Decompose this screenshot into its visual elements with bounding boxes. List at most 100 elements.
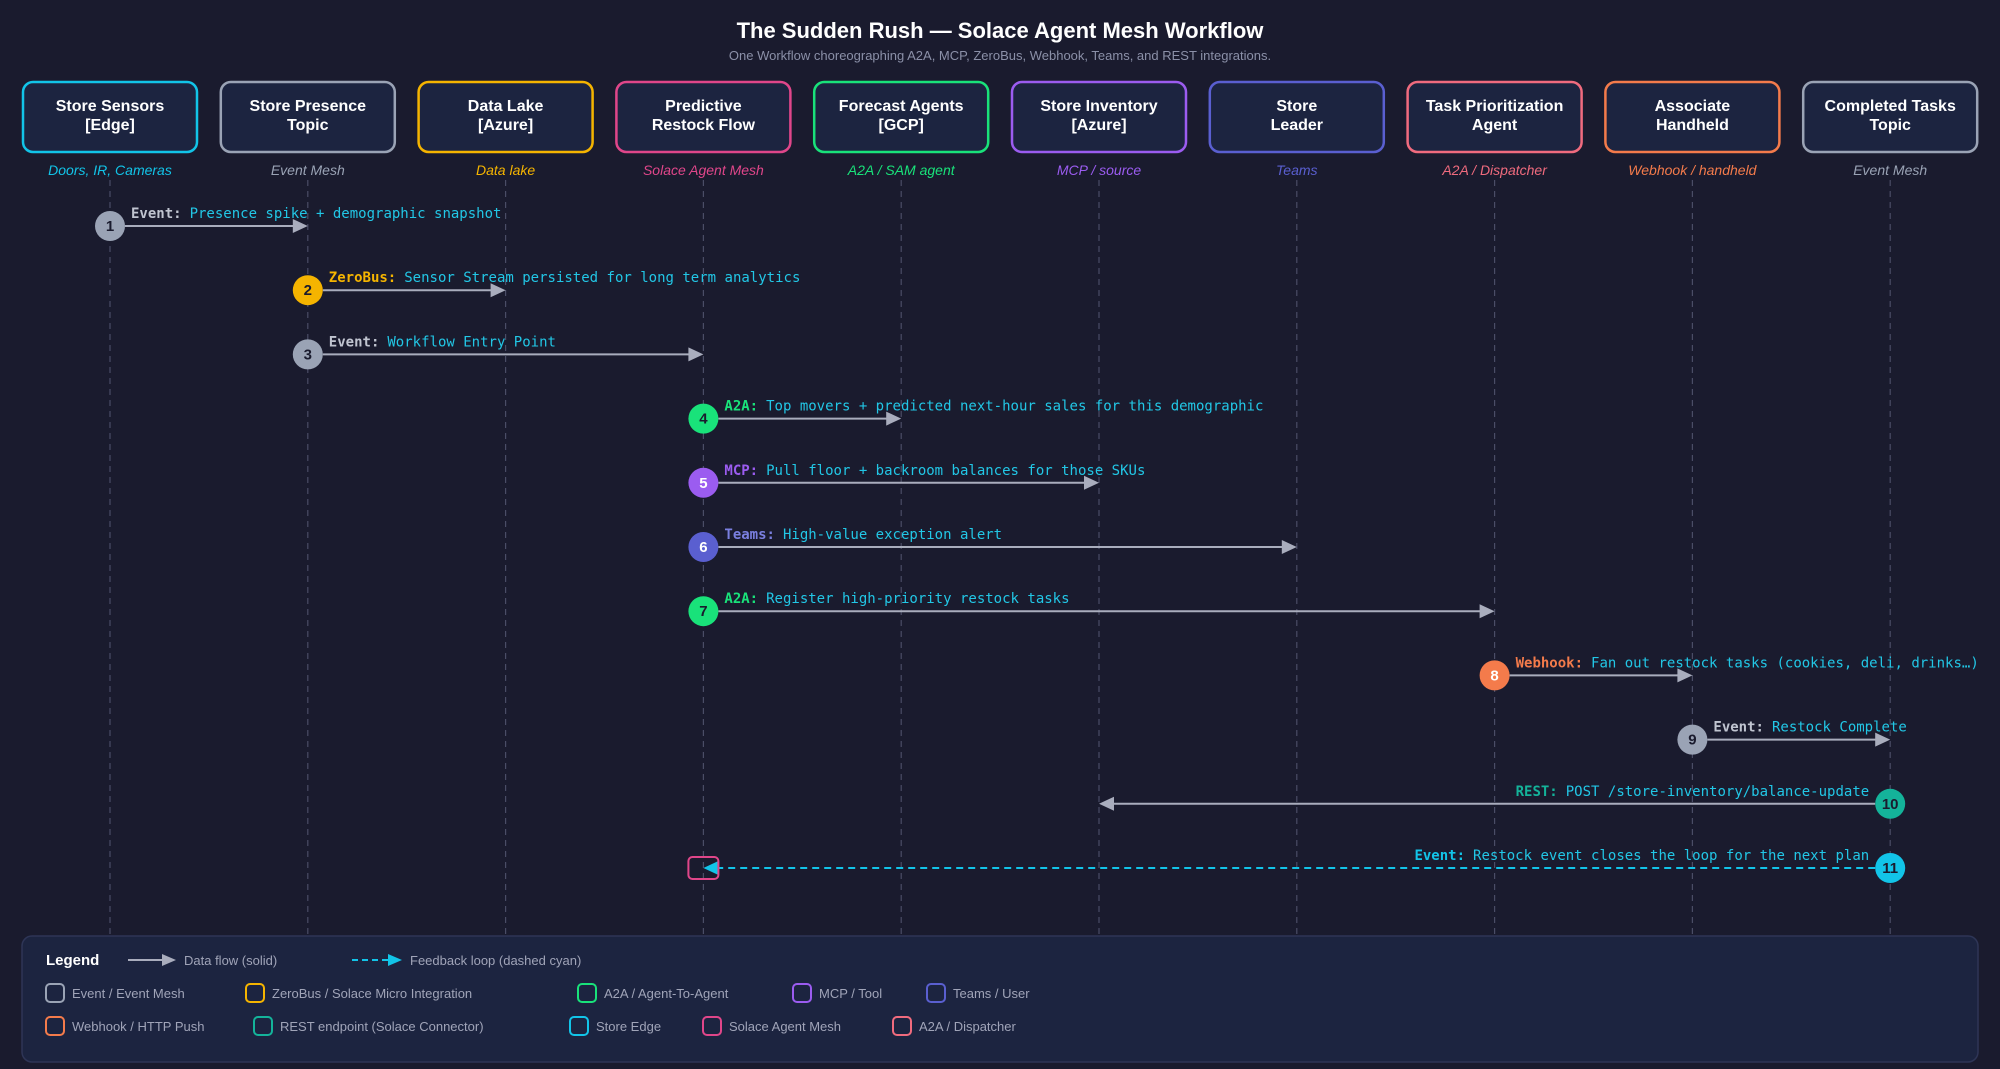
step-text-1: Presence spike + demographic snapshot: [190, 206, 502, 222]
step-label-5: MCP: Pull floor + backroom balances for t…: [724, 463, 1145, 479]
lane-subtitle-restock: Solace Agent Mesh: [643, 162, 764, 178]
lane-taskprio: Task Prioritization Agent A2A / Dispatcher: [1406, 80, 1583, 178]
step-8: 8 Webhook: Fan out restock tasks (cookies,…: [1479, 655, 1979, 691]
legend-item-label: Solace Agent Mesh: [729, 1019, 841, 1034]
lane-sensors: Store Sensors [Edge] Doors, IR, Cameras: [21, 80, 199, 178]
lane-title2-inventory: [Azure]: [1071, 117, 1126, 134]
step-2: 2 ZeroBus: Sensor Stream persisted for lon…: [292, 270, 801, 306]
lane-subtitle-forecast: A2A / SAM agent: [847, 162, 956, 178]
legend-item-label: A2A / Agent-To-Agent: [604, 986, 729, 1001]
lane-title2-completed: Topic: [1869, 117, 1911, 134]
step-kind-6: Teams:: [724, 527, 775, 543]
workflow-diagram-stage: The Sudden Rush — Solace Agent Mesh Work…: [0, 0, 2000, 1069]
step-number-3: 3: [304, 346, 312, 363]
step-kind-4: A2A:: [724, 399, 758, 415]
step-label-6: Teams: High-value exception alert: [724, 527, 1002, 543]
lane-title-sensors: Store Sensors: [56, 98, 165, 115]
step-number-10: 10: [1882, 796, 1899, 813]
step-text-9: Restock Complete: [1772, 720, 1907, 736]
lane-subtitle-taskprio: A2A / Dispatcher: [1441, 162, 1548, 178]
step-number-11: 11: [1882, 860, 1898, 877]
step-number-2: 2: [304, 282, 312, 299]
page-title: The Sudden Rush — Solace Agent Mesh Work…: [737, 18, 1265, 43]
page-subtitle: One Workflow choreographing A2A, MCP, Ze…: [729, 48, 1271, 63]
step-text-4: Top movers + predicted next-hour sales f…: [766, 399, 1263, 415]
lane-subtitle-inventory: MCP / source: [1057, 162, 1141, 178]
step-label-8: Webhook: Fan out restock tasks (cookies, …: [1516, 655, 1979, 671]
legend-item-rest-endpoint-solace-connector: REST endpoint (Solace Connector): [253, 1016, 484, 1036]
step-3: 3 Event: Workflow Entry Point: [292, 334, 704, 370]
lane-title-leader: Store: [1276, 98, 1317, 115]
lane-title2-datalake: [Azure]: [478, 117, 533, 134]
step-kind-2: ZeroBus:: [329, 270, 396, 286]
step-kind-1: Event:: [131, 206, 182, 222]
step-text-10: POST /store-inventory/balance-update: [1566, 784, 1869, 800]
step-7: 7 A2A: Register high-priority restock task…: [688, 591, 1495, 627]
step-arrow-head-3: [688, 347, 704, 362]
legend-item-label: ZeroBus / Solace Micro Integration: [272, 986, 472, 1001]
step-number-7: 7: [699, 603, 707, 620]
legend-dashed-label: Feedback loop (dashed cyan): [410, 953, 581, 968]
step-label-4: A2A: Top movers + predicted next-hour sal…: [724, 399, 1263, 415]
step-9: 9 Event: Restock Complete: [1677, 720, 1907, 755]
legend-item-label: Event / Event Mesh: [72, 986, 185, 1001]
lane-title2-leader: Leader: [1271, 117, 1323, 134]
step-label-2: ZeroBus: Sensor Stream persisted for long…: [329, 270, 801, 286]
step-label-1: Event: Presence spike + demographic snaps…: [131, 206, 501, 222]
legend-item-label: Teams / User: [953, 986, 1030, 1001]
step-kind-10: REST:: [1516, 784, 1558, 800]
step-text-11: Restock event closes the loop for the ne…: [1473, 848, 1869, 864]
lane-forecast: Forecast Agents [GCP] A2A / SAM agent: [812, 80, 990, 178]
step-text-3: Workflow Entry Point: [387, 334, 556, 350]
step-text-5: Pull floor + backroom balances for those…: [766, 463, 1145, 479]
legend-title: Legend: [46, 952, 99, 969]
workflow-steps: 1 Event: Presence spike + demographic snap…: [95, 206, 1979, 883]
step-4: 4 A2A: Top movers + predicted next-hour sa…: [688, 399, 1263, 434]
step-number-4: 4: [699, 411, 708, 428]
step-arrow-head-10: [1099, 796, 1114, 811]
lifelines: [109, 180, 1891, 935]
lane-title-inventory: Store Inventory: [1040, 98, 1157, 115]
step-kind-9: Event:: [1713, 720, 1764, 736]
legend-solid-label: Data flow (solid): [184, 953, 277, 968]
legend-item-a2a-dispatcher: A2A / Dispatcher: [892, 1016, 1016, 1036]
step-label-3: Event: Workflow Entry Point: [329, 334, 556, 350]
lane-leader: Store Leader Teams: [1208, 80, 1386, 178]
legend-item-label: Webhook / HTTP Push: [72, 1019, 204, 1034]
legend-item-label: REST endpoint (Solace Connector): [280, 1019, 484, 1034]
step-number-8: 8: [1490, 667, 1498, 684]
step-text-8: Fan out restock tasks (cookies, deli, dr…: [1591, 655, 1979, 671]
step-label-11: Event: Restock event closes the loop for …: [1414, 848, 1869, 864]
lane-title2-restock: Restock Flow: [652, 117, 756, 134]
lane-title-forecast: Forecast Agents: [839, 98, 964, 115]
lane-title-restock: Predictive: [665, 98, 742, 115]
step-arrow-head-11: [703, 861, 719, 875]
legend: Legend Data flow (solid) Feedback loop (da…: [21, 935, 1979, 1063]
step-arrow-head-7: [1479, 604, 1495, 619]
lane-subtitle-handheld: Webhook / handheld: [1628, 162, 1757, 178]
step-10: 10 REST: POST /store-inventory/balance-upd…: [1099, 784, 1906, 819]
lane-presence: Store Presence Topic Event Mesh: [219, 80, 397, 178]
lane-title-handheld: Associate: [1655, 98, 1731, 115]
lane-title-taskprio: Task Prioritization: [1426, 98, 1564, 115]
step-5: 5 MCP: Pull floor + backroom balances for …: [688, 463, 1145, 498]
step-kind-5: MCP:: [724, 463, 758, 479]
step-kind-11: Event:: [1414, 848, 1465, 864]
step-1: 1 Event: Presence spike + demographic snap…: [95, 206, 501, 241]
step-6: 6 Teams: High-value exception alert: [688, 527, 1297, 562]
step-number-5: 5: [699, 475, 707, 492]
lane-title2-taskprio: Agent: [1472, 117, 1518, 134]
lane-title-completed: Completed Tasks: [1825, 98, 1956, 115]
lane-headers: Store Sensors[Edge]Doors, IR, CamerasSto…: [21, 80, 1979, 178]
lane-title-presence: Store Presence: [250, 98, 367, 115]
lane-title2-forecast: [GCP]: [879, 117, 924, 134]
lane-title2-sensors: [Edge]: [85, 117, 135, 134]
workflow-diagram: The Sudden Rush — Solace Agent Mesh Work…: [21, 18, 1979, 1063]
lane-title2-presence: Topic: [287, 117, 329, 134]
lane-subtitle-presence: Event Mesh: [271, 162, 345, 178]
legend-item-label: MCP / Tool: [819, 986, 882, 1001]
legend-item-label: Store Edge: [596, 1019, 661, 1034]
lane-completed: Completed Tasks Topic Event Mesh: [1801, 80, 1979, 178]
lane-restock: Predictive Restock Flow Solace Agent Mesh: [615, 80, 792, 178]
step-number-1: 1: [106, 218, 114, 235]
